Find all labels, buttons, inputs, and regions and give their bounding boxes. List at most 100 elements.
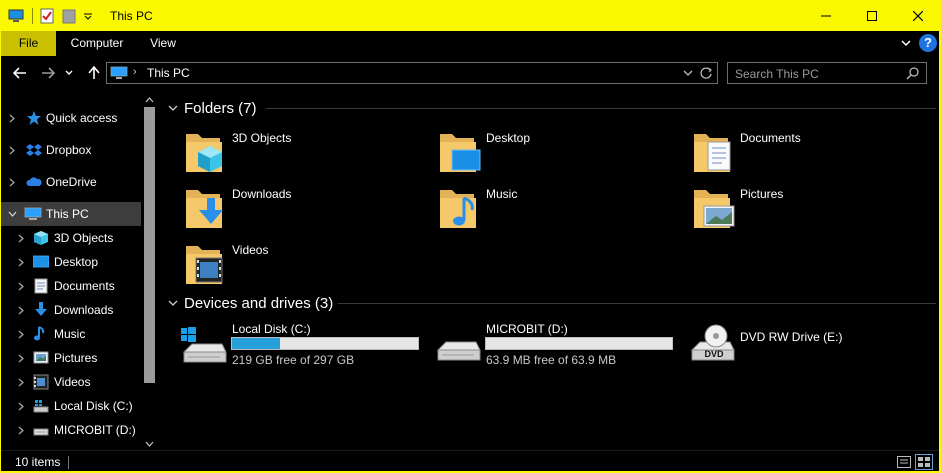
chevron-right-icon[interactable] xyxy=(15,352,27,364)
sidebar-item-label: Music xyxy=(54,327,86,341)
chevron-right-icon[interactable] xyxy=(15,280,27,292)
folder-icon xyxy=(186,190,223,228)
chevron-down-icon[interactable] xyxy=(166,296,180,310)
sidebar-item-pictures[interactable]: Pictures xyxy=(0,346,141,370)
sidebar-item-downloads[interactable]: Downloads xyxy=(0,298,141,322)
sidebar-item-onedrive[interactable]: OneDrive xyxy=(0,170,141,194)
scroll-thumb[interactable] xyxy=(144,107,155,383)
chevron-right-icon[interactable] xyxy=(15,304,27,316)
help-button[interactable]: ? xyxy=(919,34,937,52)
sidebar-item-microbit-d[interactable]: MICROBIT (D:) xyxy=(0,418,141,442)
sidebar-item-this-pc[interactable]: This PC xyxy=(0,202,141,226)
close-button[interactable] xyxy=(895,0,941,31)
status-bar: 10 items xyxy=(0,450,941,473)
up-button[interactable] xyxy=(84,63,104,83)
sidebar-item-3d-objects[interactable]: 3D Objects xyxy=(0,226,141,250)
chevron-down-icon[interactable] xyxy=(166,101,180,115)
computer-icon[interactable] xyxy=(8,8,24,24)
tab-computer[interactable]: Computer xyxy=(58,31,136,56)
maximize-button[interactable] xyxy=(849,0,895,31)
sidebar-item-dropbox[interactable]: Dropbox xyxy=(0,138,141,162)
tab-file[interactable]: File xyxy=(1,31,56,56)
minimize-button[interactable] xyxy=(803,0,849,31)
folders-group-header[interactable]: Folders (7) xyxy=(166,98,936,118)
ribbon: File Computer View ? xyxy=(0,31,941,56)
drive-name: DVD RW Drive (E:) xyxy=(740,330,843,344)
sidebar-item-quick-access[interactable]: Quick access xyxy=(0,106,141,130)
chevron-right-icon[interactable] xyxy=(6,144,18,156)
cloud-icon xyxy=(26,174,42,190)
folder-3d-objects[interactable]: 3D Objects xyxy=(180,128,420,180)
download-icon xyxy=(33,302,49,318)
forward-button[interactable] xyxy=(38,63,58,83)
drive-microbit-d[interactable]: MICROBIT (D:) 63.9 MB free of 63.9 MB xyxy=(434,320,684,370)
sidebar-item-label: This PC xyxy=(46,207,89,221)
chevron-right-icon[interactable] xyxy=(15,376,27,388)
sidebar-scrollbar[interactable] xyxy=(141,90,158,450)
star-icon xyxy=(26,110,42,126)
chevron-right-icon[interactable] xyxy=(15,256,27,268)
refresh-icon[interactable] xyxy=(699,65,713,84)
folder-name: 3D Objects xyxy=(232,131,292,145)
drive-name: Local Disk (C:) xyxy=(232,322,311,336)
folder-icon xyxy=(440,190,476,228)
folder-name: Desktop xyxy=(486,131,531,145)
breadcrumb[interactable]: This PC xyxy=(147,66,190,80)
folder-icon xyxy=(186,134,222,172)
sidebar-item-label: Desktop xyxy=(54,255,99,269)
scroll-up-icon[interactable] xyxy=(145,92,154,106)
video-icon xyxy=(33,374,49,390)
new-folder-icon[interactable] xyxy=(61,8,77,24)
drive-dvd-rw-e[interactable]: DVD DVD RW Drive (E:) xyxy=(688,320,938,370)
chevron-right-icon[interactable] xyxy=(15,328,27,340)
quick-access-toolbar xyxy=(8,7,99,25)
folder-music[interactable]: Music xyxy=(434,184,674,236)
search-input[interactable]: Search This PC xyxy=(735,67,819,81)
drive-icon xyxy=(33,398,49,414)
back-button[interactable] xyxy=(10,63,30,83)
folder-name: Pictures xyxy=(740,187,784,201)
title-bar: This PC xyxy=(0,0,941,31)
recent-locations-button[interactable] xyxy=(63,63,75,83)
sidebar-item-label: Pictures xyxy=(54,351,98,365)
sidebar-item-local-disk-c[interactable]: Local Disk (C:) xyxy=(0,394,141,418)
expand-ribbon-icon[interactable] xyxy=(901,36,911,50)
chevron-right-icon[interactable] xyxy=(6,112,18,124)
folder-videos[interactable]: Videos xyxy=(180,240,420,292)
address-dropdown-icon[interactable] xyxy=(683,66,693,83)
sidebar-item-music[interactable]: Music xyxy=(0,322,141,346)
drive-free-space: 63.9 MB free of 63.9 MB xyxy=(486,353,617,367)
drives-group-header[interactable]: Devices and drives (3) xyxy=(166,293,936,313)
chevron-right-icon[interactable] xyxy=(15,424,27,436)
sidebar-item-label: 3D Objects xyxy=(54,231,114,245)
tab-view[interactable]: View xyxy=(138,31,188,56)
folder-pictures[interactable]: Pictures xyxy=(688,184,928,236)
folder-documents[interactable]: Documents xyxy=(688,128,928,180)
details-view-icon[interactable] xyxy=(895,454,913,470)
chevron-right-icon[interactable] xyxy=(15,232,27,244)
folder-name: Videos xyxy=(232,243,269,257)
window-border-left xyxy=(0,31,1,473)
sidebar-item-documents[interactable]: Documents xyxy=(0,274,141,298)
search-box[interactable]: Search This PC xyxy=(727,62,927,84)
folder-downloads[interactable]: Downloads xyxy=(180,184,420,236)
customize-qat-icon[interactable] xyxy=(83,8,93,24)
chevron-right-icon[interactable] xyxy=(6,176,18,188)
folder-desktop[interactable]: Desktop xyxy=(434,128,674,180)
scroll-down-icon[interactable] xyxy=(145,436,154,450)
chevron-down-icon[interactable] xyxy=(6,208,18,220)
sidebar-item-desktop[interactable]: Desktop xyxy=(0,250,141,274)
chevron-right-icon[interactable] xyxy=(15,400,27,412)
folder-icon xyxy=(440,134,481,172)
large-icons-view-icon[interactable] xyxy=(915,454,933,470)
drive-usage-bar xyxy=(485,337,673,350)
windows-drive-icon xyxy=(181,327,227,363)
breadcrumb-chevron-icon[interactable]: › xyxy=(133,66,137,78)
drive-local-disk-c[interactable]: Local Disk (C:) 219 GB free of 297 GB xyxy=(180,320,430,370)
search-icon[interactable] xyxy=(906,66,920,83)
sidebar-item-videos[interactable]: Videos xyxy=(0,370,141,394)
dvd-label: DVD xyxy=(704,349,724,359)
properties-icon[interactable] xyxy=(39,8,55,24)
dvd-drive-icon: DVD xyxy=(690,324,735,361)
address-bar[interactable]: › This PC xyxy=(106,62,718,84)
